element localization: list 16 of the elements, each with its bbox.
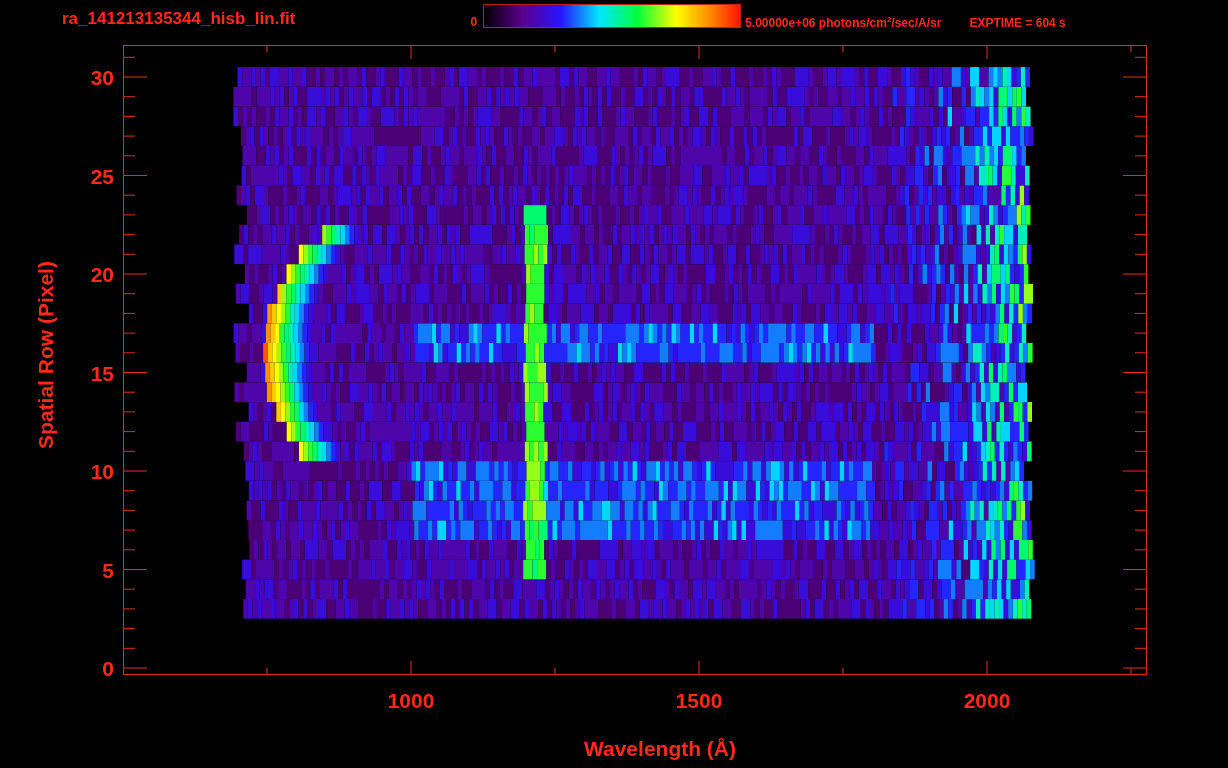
y-tick-label: 10 xyxy=(90,460,114,482)
exposure-time: EXPTIME = 604 s xyxy=(969,16,1066,30)
x-axis-label: Wavelength (Å) xyxy=(583,737,737,759)
plot-title: ra_141213135344_hisb_lin.fit xyxy=(62,9,296,29)
y-axis-label: Spatial Row (Pixel) xyxy=(34,261,56,449)
x-tick-label: 2000 xyxy=(963,689,1011,711)
y-tick-label: 5 xyxy=(102,559,114,580)
y-tick-label: 15 xyxy=(90,362,114,383)
x-tick-label: 1000 xyxy=(387,689,435,711)
y-tick-label: 0 xyxy=(102,657,114,679)
colorbar-min-label: 0 xyxy=(470,15,478,29)
y-tick-label: 30 xyxy=(90,66,114,88)
x-tick-label: 1500 xyxy=(675,689,723,711)
colorbar-max-label: 5.00000e+06 photons/cm$^{2}$/sec/A/sr xyxy=(745,15,942,30)
y-tick-label: 25 xyxy=(90,165,114,186)
y-tick-label: 20 xyxy=(90,263,114,285)
